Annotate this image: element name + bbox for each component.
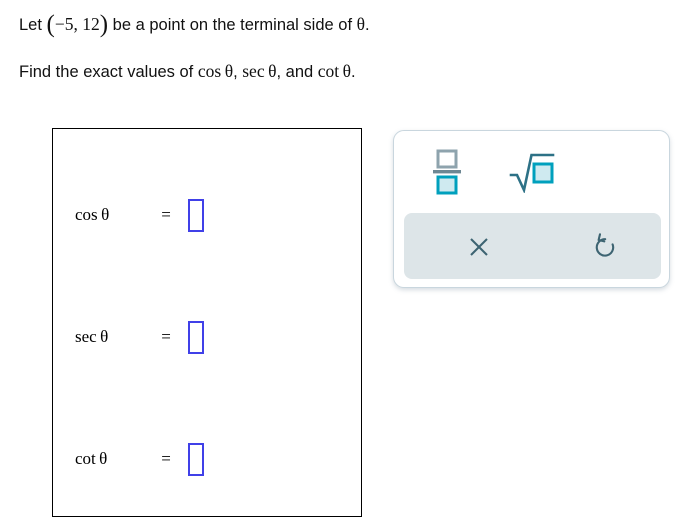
line2-function-sec: sec θ	[242, 61, 277, 81]
math-action-button-group	[404, 213, 661, 279]
problem-statement-line-1: Let (−5, 12) be a point on the terminal …	[19, 10, 370, 38]
line2-conjunction: and	[285, 63, 318, 81]
answer-row: cot θ =	[53, 439, 361, 479]
answer-label-cot: cot θ	[75, 449, 108, 468]
answer-label-sec: sec θ	[75, 327, 109, 346]
math-symbol-button-group	[394, 131, 669, 213]
undo-button[interactable]	[584, 225, 626, 267]
line1-period: .	[365, 16, 370, 34]
equals-sign: =	[161, 327, 171, 346]
answer-input-sec[interactable]	[188, 320, 204, 354]
math-toolbar-panel	[393, 130, 670, 288]
line1-point-y: 12	[82, 14, 100, 34]
equals-sign: =	[161, 205, 171, 224]
line2-function-cot: cot θ	[317, 61, 352, 81]
undo-arrow-icon	[592, 232, 618, 260]
problem-statement-line-2: Find the exact values of cos θ, sec θ, a…	[19, 61, 356, 81]
line1-prefix: Let	[19, 16, 47, 34]
line2-separator-1: ,	[233, 63, 243, 81]
line2-prefix: Find the exact values of	[19, 63, 198, 81]
line1-suffix: be a point on the terminal side of	[108, 16, 357, 34]
fraction-button[interactable]	[424, 145, 470, 199]
answer-row: sec θ =	[53, 317, 361, 357]
line2-period: .	[351, 63, 356, 81]
square-root-button[interactable]	[504, 145, 560, 199]
line2-separator-2: ,	[276, 63, 286, 81]
square-root-icon	[509, 151, 555, 193]
equals-sign: =	[161, 449, 171, 468]
line1-theta: θ	[356, 14, 366, 34]
close-x-icon	[467, 235, 491, 259]
fraction-icon	[432, 149, 462, 195]
line1-comma: ,	[73, 14, 83, 34]
answer-label-cos: cos θ	[75, 205, 110, 224]
line1-open-paren: (	[46, 11, 55, 38]
line1-point-x: −5	[54, 14, 74, 34]
answer-input-cot[interactable]	[188, 442, 204, 476]
answer-input-cos[interactable]	[188, 198, 204, 232]
clear-button[interactable]	[459, 227, 499, 267]
answer-row: cos θ =	[53, 195, 361, 235]
line2-function-cos: cos θ	[197, 61, 234, 81]
line1-close-paren: )	[99, 11, 109, 38]
answer-panel: cos θ = sec θ = cot θ =	[52, 128, 362, 517]
